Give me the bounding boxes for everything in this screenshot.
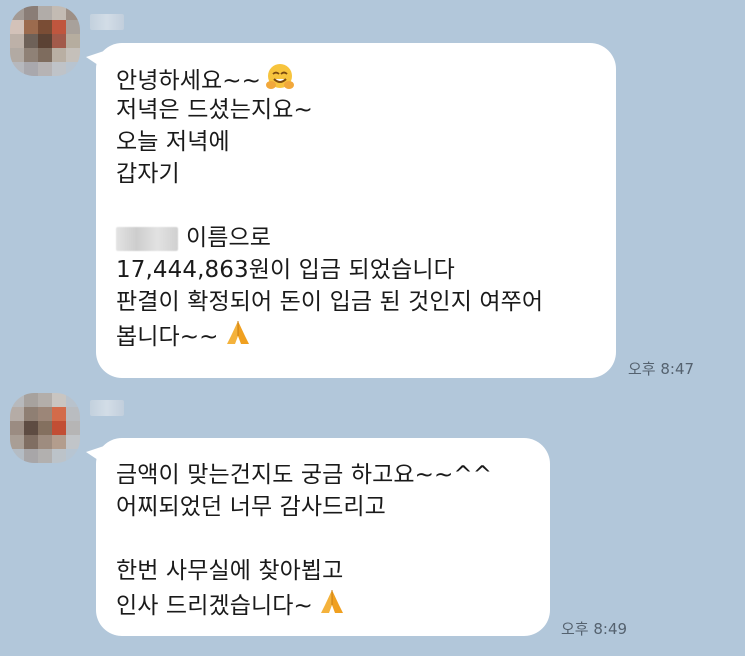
message-line: 인사 드리겠습니다~ bbox=[116, 587, 530, 619]
message-line: 이름으로 bbox=[116, 222, 596, 254]
message-line: 안녕하세요~~ bbox=[116, 62, 596, 94]
message-line: 저녁은 드셨는지요~ bbox=[116, 97, 313, 123]
message-line: 17,444,863원이 입금 되었습니다 bbox=[116, 257, 455, 283]
sender-name bbox=[90, 14, 124, 30]
message-line: 어찌되었던 너무 감사드리고 bbox=[116, 494, 386, 520]
message-line: 금액이 맞는건지도 궁금 하고요~~^^ bbox=[116, 462, 493, 488]
message-time: 오후 8:47 bbox=[628, 360, 695, 378]
folded-hands-icon bbox=[317, 587, 347, 626]
redacted-name bbox=[116, 226, 178, 251]
message-line: 판결이 확정되어 돈이 입금 된 것인지 여쭈어 bbox=[116, 289, 544, 315]
message-bubble[interactable]: 안녕하세요~~ 저녁은 드셨는지요~ 오늘 저녁에 갑자기 이름으로 17,44… bbox=[86, 43, 616, 378]
message-line: 갑자기 bbox=[116, 161, 180, 187]
message-line: 한번 사무실에 찾아뵙고 bbox=[116, 558, 344, 584]
avatar[interactable] bbox=[10, 6, 80, 76]
message-time: 오후 8:49 bbox=[561, 620, 628, 638]
message-bubble[interactable]: 금액이 맞는건지도 궁금 하고요~~^^ 어찌되었던 너무 감사드리고 한번 사… bbox=[86, 438, 550, 636]
message-line: 봅니다~~ bbox=[116, 318, 596, 350]
folded-hands-icon bbox=[223, 318, 253, 357]
avatar[interactable] bbox=[10, 393, 80, 463]
message-line: 오늘 저녁에 bbox=[116, 129, 230, 155]
sender-name bbox=[90, 400, 124, 416]
